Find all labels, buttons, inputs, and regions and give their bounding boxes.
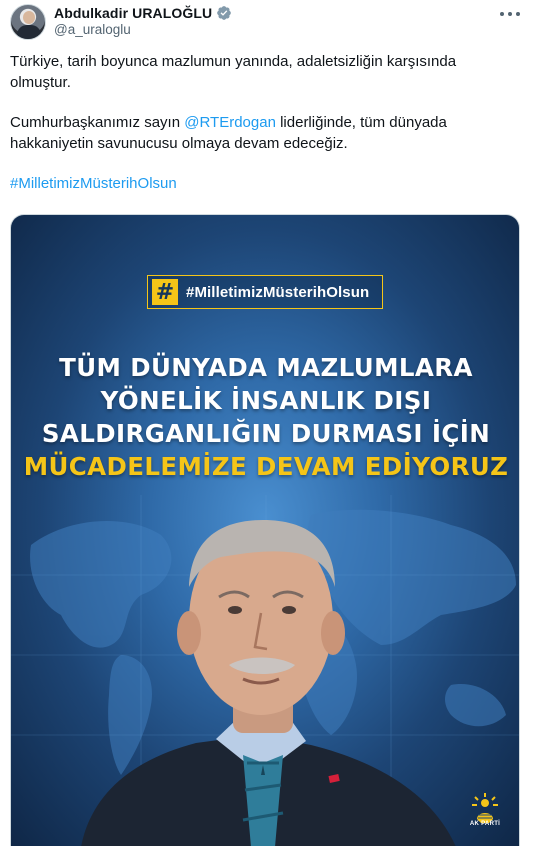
author-name-row: Abdulkadir URALOĞLU <box>54 4 232 22</box>
avatar-head <box>23 11 35 24</box>
verified-badge-icon <box>216 5 232 21</box>
tweet-media-image[interactable]: # #MilletimizMüsterihOlsun TÜM DÜNYADA M… <box>10 214 520 846</box>
portrait-illustration <box>81 520 456 846</box>
hashtag-link[interactable]: #MilletimizMüsterihOlsun <box>10 175 177 192</box>
tweet-paragraph-2-start: Cumhurbaşkanımız sayın <box>10 114 185 131</box>
tweet-paragraph-3: #MilletimizMüsterihOlsun <box>10 174 510 195</box>
tweet: Abdulkadir URALOĞLU @a_uraloglu Türkiye,… <box>0 0 542 846</box>
more-options-icon[interactable] <box>500 6 520 22</box>
tweet-text: Türkiye, tarih boyunca mazlumun yanında,… <box>10 52 510 195</box>
mention-link[interactable]: @RTErdogan <box>184 114 276 131</box>
ak-parti-label: AK PARTİ <box>469 821 501 827</box>
tweet-paragraph-1: Türkiye, tarih boyunca mazlumun yanında,… <box>10 53 457 91</box>
tweet-paragraph-2: Cumhurbaşkanımız sayın @RTErdogan liderl… <box>10 113 510 154</box>
display-name[interactable]: Abdulkadir URALOĞLU <box>54 5 212 21</box>
avatar-body <box>17 25 41 39</box>
avatar[interactable] <box>10 4 46 40</box>
user-handle[interactable]: @a_uraloglu <box>54 22 131 37</box>
